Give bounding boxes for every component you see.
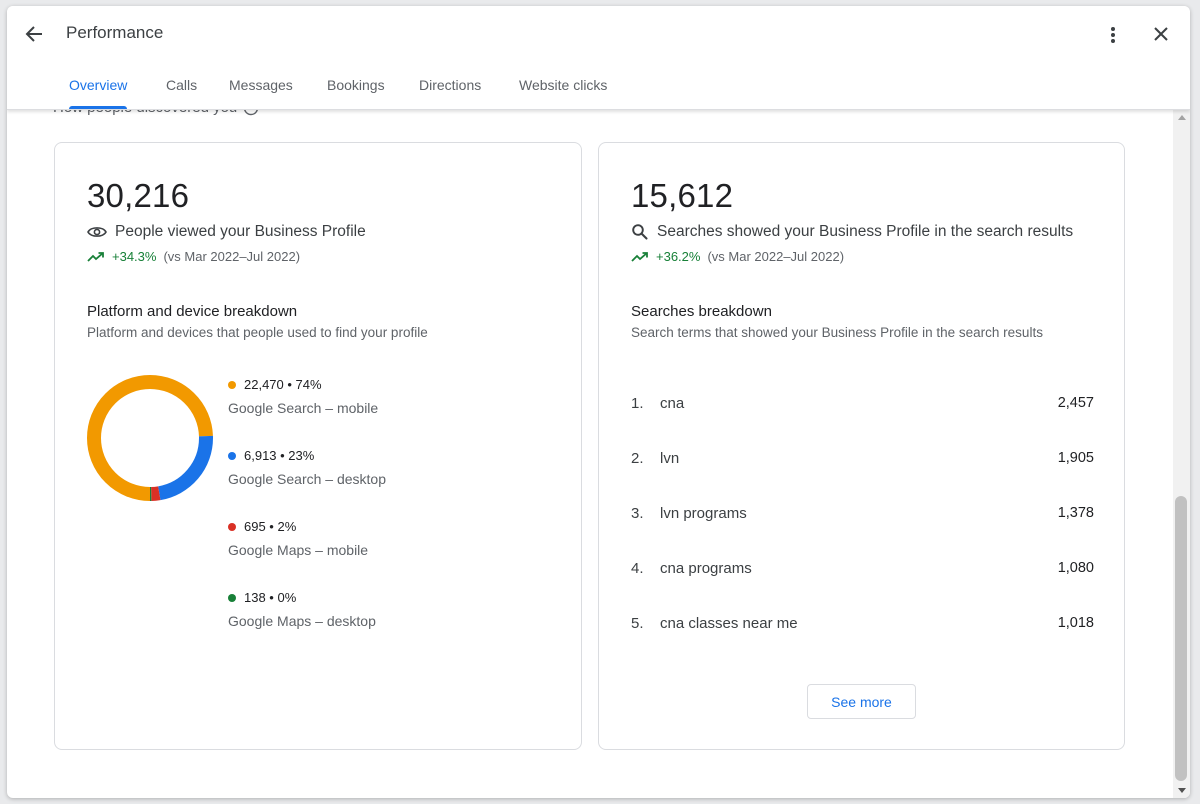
search-count: 1,018	[1057, 615, 1094, 631]
search-term-row: 2. lvn 1,905	[631, 446, 1094, 470]
searches-breakdown-subtitle: Search terms that showed your Business P…	[631, 325, 1043, 340]
search-count: 1,080	[1057, 560, 1094, 576]
arrow-back-icon	[25, 26, 42, 42]
legend-item-search-desktop: 6,913 • 23% Google Search – desktop	[228, 448, 386, 487]
search-term: cna classes near me	[660, 614, 798, 632]
trending-up-icon	[631, 251, 648, 262]
legend-label: Google Maps – mobile	[228, 542, 369, 558]
search-term-row: 3. lvn programs 1,378	[631, 501, 1094, 525]
dialog-title: Performance	[66, 23, 164, 42]
more-vert-icon	[1111, 27, 1115, 43]
back-button[interactable]	[21, 21, 47, 47]
tab-website-clicks[interactable]: Website clicks	[519, 68, 607, 109]
search-rank: 3.	[631, 504, 644, 522]
views-trend-pct: +34.3%	[112, 249, 157, 264]
search-icon	[632, 224, 648, 240]
legend-item-search-mobile: 22,470 • 74% Google Search – mobile	[228, 377, 378, 416]
legend-dot	[228, 380, 236, 389]
tab-bar: Overview Calls Messages Bookings Directi…	[7, 68, 907, 109]
searches-label-row: Searches showed your Business Profile in…	[631, 223, 1073, 241]
searches-trend: +36.2% (vs Mar 2022–Jul 2022)	[631, 249, 844, 264]
platform-donut-chart	[87, 375, 213, 501]
searches-total: 15,612	[631, 177, 734, 214]
legend-value: 695 • 2%	[244, 519, 297, 534]
search-count: 1,905	[1057, 450, 1094, 466]
tab-bookings[interactable]: Bookings	[327, 68, 385, 109]
platform-breakdown-subtitle: Platform and devices that people used to…	[87, 325, 428, 340]
more-options-button[interactable]	[1103, 22, 1123, 48]
legend-value: 138 • 0%	[244, 590, 297, 605]
searches-trend-compare: (vs Mar 2022–Jul 2022)	[707, 249, 845, 264]
legend-label: Google Search – mobile	[228, 400, 379, 416]
legend-dot	[228, 522, 236, 531]
legend-item-maps-desktop: 138 • 0% Google Maps – desktop	[228, 590, 376, 629]
see-more-button[interactable]: See more	[807, 684, 916, 719]
searches-label: Searches showed your Business Profile in…	[657, 223, 1074, 240]
scroll-down-arrow-icon[interactable]	[1173, 782, 1190, 798]
searches-breakdown-title: Searches breakdown	[631, 303, 772, 320]
platform-breakdown-title: Platform and device breakdown	[87, 303, 298, 320]
search-count: 1,378	[1057, 505, 1094, 521]
tab-calls[interactable]: Calls	[166, 68, 197, 109]
scrollbar-thumb[interactable]	[1175, 496, 1187, 781]
search-term: cna programs	[660, 559, 752, 577]
search-rank: 1.	[631, 394, 644, 412]
dialog-header: Performance Overview Calls Messages Book…	[7, 6, 1190, 110]
tab-messages[interactable]: Messages	[229, 68, 293, 109]
views-trend-compare: (vs Mar 2022–Jul 2022)	[163, 249, 301, 264]
search-count: 2,457	[1057, 395, 1094, 411]
close-icon	[1154, 27, 1168, 41]
views-total: 30,216	[87, 177, 190, 214]
searches-card: 15,612 Searches showed your Business Pro…	[598, 142, 1125, 750]
legend-dot	[228, 593, 236, 602]
trending-up-icon	[87, 251, 104, 262]
views-card: 30,216 People viewed your Business Profi…	[54, 142, 582, 750]
views-label-row: People viewed your Business Profile	[87, 223, 366, 241]
tab-overview[interactable]: Overview	[69, 68, 128, 109]
searches-trend-pct: +36.2%	[656, 249, 701, 264]
search-term: cna	[660, 394, 685, 412]
search-rank: 2.	[631, 449, 644, 467]
eye-icon	[87, 227, 107, 237]
legend-value: 22,470 • 74%	[244, 377, 322, 392]
dialog-content: How people discovered you 30,216 People …	[7, 6, 1190, 798]
scroll-up-arrow-icon[interactable]	[1173, 109, 1190, 125]
views-label: People viewed your Business Profile	[115, 223, 366, 240]
search-term-row: 4. cna programs 1,080	[631, 556, 1094, 580]
search-term-row: 5. cna classes near me 1,018	[631, 611, 1094, 635]
tab-directions[interactable]: Directions	[419, 68, 481, 109]
search-term: lvn programs	[660, 504, 747, 522]
legend-label: Google Maps – desktop	[228, 613, 376, 629]
search-rank: 4.	[631, 559, 644, 577]
search-rank: 5.	[631, 614, 644, 632]
legend-dot	[228, 451, 236, 460]
legend-item-maps-mobile: 695 • 2% Google Maps – mobile	[228, 519, 368, 558]
performance-dialog: How people discovered you 30,216 People …	[7, 6, 1190, 798]
close-button[interactable]	[1149, 22, 1173, 46]
views-trend: +34.3% (vs Mar 2022–Jul 2022)	[87, 249, 300, 264]
legend-label: Google Search – desktop	[228, 471, 386, 487]
search-term-row: 1. cna 2,457	[631, 391, 1094, 415]
legend-value: 6,913 • 23%	[244, 448, 315, 463]
search-term: lvn	[660, 449, 680, 467]
